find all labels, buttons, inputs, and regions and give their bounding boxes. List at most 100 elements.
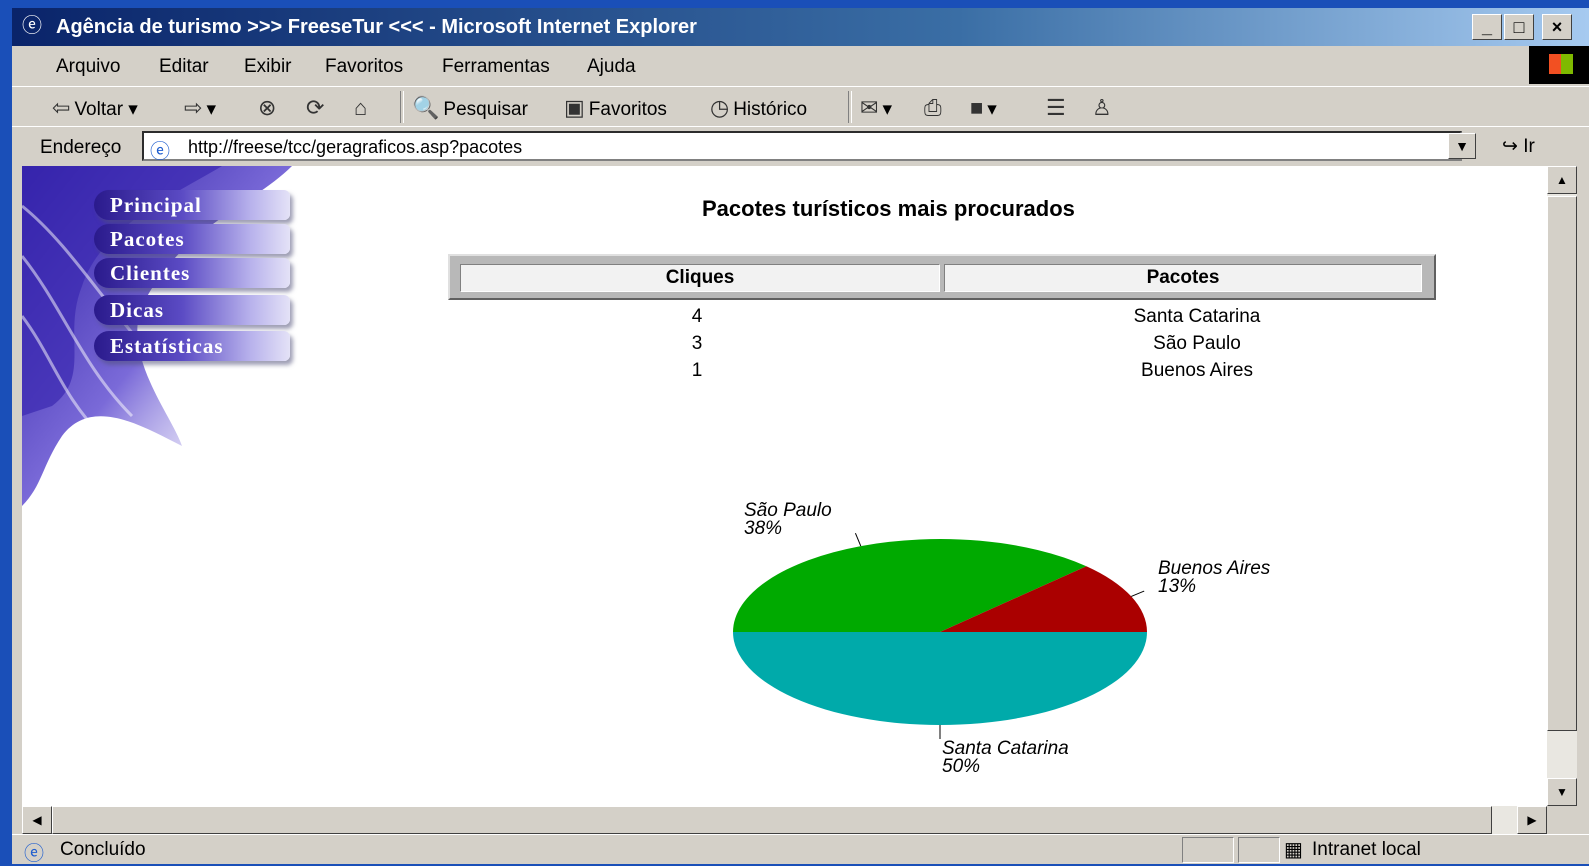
search-button[interactable]: 🔍 Pesquisar: [412, 95, 528, 121]
table-header: Cliques Pacotes: [448, 254, 1436, 300]
go-label: Ir: [1523, 136, 1535, 157]
forward-button[interactable]: ⇨ ▾: [184, 95, 216, 121]
pie-slice: [733, 539, 1087, 632]
print-button[interactable]: ⎙: [924, 95, 946, 121]
menu-favoritos[interactable]: Favoritos: [325, 56, 403, 78]
close-button[interactable]: ×: [1542, 14, 1572, 40]
address-url: http://freese/tcc/geragraficos.asp?pacot…: [188, 137, 523, 157]
messenger-button[interactable]: ♙: [1092, 95, 1116, 121]
refresh-icon: ⟳: [306, 95, 325, 120]
pie-label-percent: 13%: [1158, 576, 1197, 597]
nav-clientes[interactable]: Clientes: [94, 258, 290, 288]
minimize-button[interactable]: _: [1472, 14, 1502, 40]
page-done-icon: ⓔ: [24, 843, 44, 865]
discuss-button[interactable]: ☰: [1046, 95, 1070, 121]
pie-slice: [733, 632, 1147, 725]
table-cell-package: Santa Catarina: [1133, 306, 1261, 327]
menu-arquivo[interactable]: Arquivo: [56, 56, 120, 78]
horizontal-scrollbar[interactable]: ◀ ▶: [22, 806, 1547, 834]
vertical-scrollbar[interactable]: ▲ ▼: [1547, 166, 1577, 806]
status-bar: ⓔ Concluído ▦ Intranet local: [12, 834, 1589, 865]
menu-ajuda[interactable]: Ajuda: [587, 56, 636, 78]
ie-icon: ⓔ: [22, 15, 42, 37]
table-cell-clicks: 4: [691, 306, 703, 327]
back-label: Voltar: [74, 99, 124, 120]
home-button[interactable]: ⌂: [354, 95, 371, 121]
page-title: Pacotes turísticos mais procurados: [702, 196, 1075, 221]
address-bar: Endereço ⓔ http://freese/tcc/geragrafico…: [12, 126, 1589, 167]
toolbar-separator: [848, 91, 852, 123]
scroll-right-button[interactable]: ▶: [1517, 806, 1547, 834]
table-cell-package: São Paulo: [1153, 333, 1241, 354]
menu-bar: Arquivo Editar Exibir Favoritos Ferramen…: [12, 48, 1589, 84]
page-icon: ⓔ: [150, 141, 170, 163]
status-panel: [1182, 837, 1234, 863]
go-arrow-icon: ↪: [1502, 136, 1518, 157]
scroll-left-button[interactable]: ◀: [22, 806, 52, 834]
column-header-pacotes: Pacotes: [944, 264, 1422, 292]
home-icon: ⌂: [354, 95, 368, 120]
history-button[interactable]: ◷ Histórico: [710, 95, 807, 121]
mail-button[interactable]: ✉ ▾: [860, 95, 892, 121]
table-cell-clicks: 3: [691, 333, 703, 354]
stop-button[interactable]: ⊗: [258, 95, 280, 121]
menu-ferramentas[interactable]: Ferramentas: [442, 56, 550, 78]
scroll-up-button[interactable]: ▲: [1547, 166, 1577, 194]
messenger-icon: ♙: [1092, 95, 1112, 120]
toolbar-separator: [400, 91, 404, 123]
scroll-thumb-horizontal[interactable]: [52, 806, 1492, 834]
forward-arrow-icon: ⇨: [184, 95, 203, 120]
column-header-cliques: Cliques: [460, 264, 940, 292]
pie-slice: [940, 566, 1147, 632]
status-text: Concluído: [60, 839, 146, 860]
edit-button[interactable]: ■ ▾: [970, 95, 997, 121]
address-dropdown-button[interactable]: ▼: [1448, 133, 1476, 159]
stop-icon: ⊗: [258, 95, 277, 120]
nav-pacotes[interactable]: Pacotes: [94, 224, 290, 254]
sidebar: Principal Pacotes Clientes Dicas Estatís…: [22, 166, 312, 806]
history-label: Histórico: [733, 99, 808, 120]
pie-leader-line: [1131, 590, 1145, 597]
table-cell-package: Buenos Aires: [1141, 360, 1253, 381]
browser-window: ⓔ Agência de turismo >>> FreeseTur <<< -…: [12, 8, 1589, 865]
nav-dicas[interactable]: Dicas: [94, 295, 290, 325]
toolbar: ⇦ Voltar ▾ ⇨ ▾ ⊗ ⟳ ⌂ 🔍 Pesquisar ▣ Favoritos…: [12, 86, 1589, 127]
status-panel: [1238, 837, 1280, 863]
print-icon: ⎙: [924, 95, 942, 120]
address-label: Endereço: [40, 137, 122, 158]
page-content: Principal Pacotes Clientes Dicas Estatís…: [22, 166, 1547, 806]
favorites-button[interactable]: ▣ Favoritos: [564, 95, 667, 121]
favorites-label: Favoritos: [588, 99, 667, 120]
windows-logo-icon: [1529, 46, 1589, 84]
discuss-icon: ☰: [1046, 95, 1066, 120]
maximize-button[interactable]: □: [1504, 14, 1534, 40]
title-bar[interactable]: ⓔ Agência de turismo >>> FreeseTur <<< -…: [12, 8, 1589, 46]
scroll-thumb[interactable]: [1547, 196, 1577, 731]
mail-icon: ✉: [860, 95, 879, 120]
pie-label-buenos-aires: Buenos Aires 13%: [1158, 559, 1270, 597]
refresh-button[interactable]: ⟳: [306, 95, 328, 121]
address-input[interactable]: ⓔ http://freese/tcc/geragraficos.asp?pac…: [142, 131, 1462, 163]
nav-estatisticas[interactable]: Estatísticas: [94, 331, 290, 361]
back-button[interactable]: ⇦ Voltar ▾: [52, 95, 138, 121]
history-icon: ◷: [710, 95, 730, 120]
back-arrow-icon: ⇦: [52, 95, 71, 120]
edit-icon: ■: [970, 95, 984, 120]
search-label: Pesquisar: [443, 99, 528, 120]
pie-label-sao-paulo: São Paulo 38%: [744, 501, 832, 539]
favorites-icon: ▣: [564, 95, 585, 120]
intranet-zone-icon: ▦: [1284, 839, 1303, 861]
window-title: Agência de turismo >>> FreeseTur <<< - M…: [56, 16, 697, 38]
pie-label-santa-catarina: Santa Catarina 50%: [942, 739, 1069, 777]
pie-leader-line: [854, 532, 862, 547]
nav-principal[interactable]: Principal: [94, 190, 290, 220]
table-cell-clicks: 1: [691, 360, 703, 381]
pie-label-percent: 38%: [744, 518, 783, 539]
menu-exibir[interactable]: Exibir: [244, 56, 292, 78]
security-zone: Intranet local: [1312, 839, 1421, 860]
menu-editar[interactable]: Editar: [159, 56, 209, 78]
pie-label-percent: 50%: [942, 756, 981, 777]
search-icon: 🔍: [412, 95, 440, 120]
go-button[interactable]: ↪ Ir: [1502, 135, 1535, 158]
scroll-down-button[interactable]: ▼: [1547, 778, 1577, 806]
